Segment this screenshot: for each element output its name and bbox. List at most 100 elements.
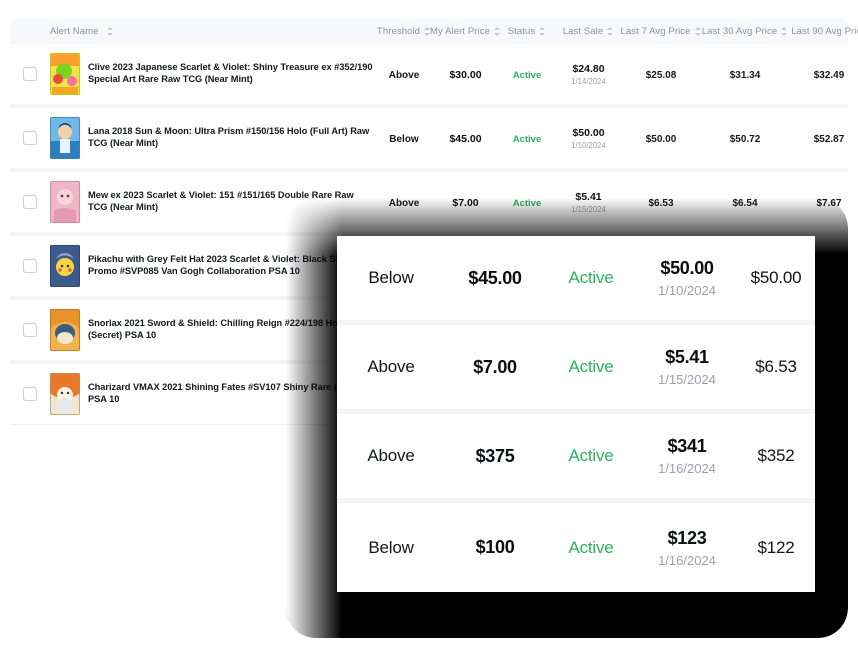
- my-alert-price-value: $375: [475, 445, 515, 466]
- status-cell: Active: [498, 129, 556, 147]
- column-header-threshold[interactable]: Threshold: [375, 26, 433, 37]
- card-thumbnail-clive: [50, 53, 80, 95]
- last-sale-value: $341: [667, 436, 707, 456]
- row-checkbox[interactable]: [23, 131, 37, 145]
- magnified-table-row[interactable]: Above $375 Active $341 1/16/2024 $352: [337, 414, 815, 503]
- table-row[interactable]: Clive 2023 Japanese Scarlet & Violet: Sh…: [10, 44, 848, 108]
- threshold-value: Below: [389, 134, 419, 145]
- last-sale-date: 1/10/2024: [658, 283, 716, 298]
- last-7-avg-value: $6.53: [755, 357, 797, 376]
- last-sale-value: $24.80: [572, 62, 605, 75]
- last-90-avg-value: $32.49: [813, 70, 845, 81]
- last-7-avg-value: $50.00: [645, 134, 677, 145]
- row-checkbox[interactable]: [23, 67, 37, 81]
- column-header-last-7-avg-price[interactable]: Last 7 Avg Price: [620, 25, 702, 37]
- threshold-value: Above: [388, 70, 420, 81]
- sort-icon[interactable]: [694, 26, 702, 36]
- table-header-row: Alert Name Threshold My Alert Price Stat…: [10, 18, 858, 44]
- last-7-avg-cell: $50.00: [737, 268, 815, 288]
- status-cell: Active: [498, 65, 556, 83]
- last-90-avg-cell: $32.49: [789, 65, 858, 83]
- row-checkbox[interactable]: [23, 387, 37, 401]
- row-checkbox[interactable]: [23, 259, 37, 273]
- row-select-cell[interactable]: [10, 67, 50, 81]
- card-thumbnail-charizard: [50, 373, 80, 415]
- status-badge: Active: [568, 537, 614, 557]
- last-sale-cell: $341 1/16/2024: [637, 436, 737, 476]
- row-select-cell[interactable]: [10, 387, 50, 401]
- status-cell: Active: [545, 538, 637, 558]
- last-sale-date: 1/10/2024: [571, 140, 606, 150]
- alert-name-cell: Lana 2018 Sun & Moon: Ultra Prism #150/1…: [50, 117, 375, 159]
- column-header-label: Status: [507, 25, 536, 37]
- threshold-value: Above: [367, 357, 415, 376]
- threshold-cell: Below: [337, 538, 445, 558]
- threshold-cell: Above: [375, 65, 433, 83]
- my-alert-price-cell: $30.00: [433, 65, 498, 83]
- sort-icon[interactable]: [424, 26, 431, 36]
- last-30-avg-cell: $31.34: [701, 65, 789, 83]
- last-7-avg-value: $25.08: [645, 70, 677, 81]
- column-header-alert-name[interactable]: Alert Name: [50, 26, 375, 37]
- last-7-avg-cell: $50.00: [621, 129, 701, 147]
- row-select-cell[interactable]: [10, 259, 50, 273]
- magnified-table-panel: Below $45.00 Active $50.00 1/10/2024 $50…: [337, 236, 815, 592]
- last-7-avg-cell: $122: [737, 538, 815, 558]
- card-thumbnail-lana: [50, 117, 80, 159]
- status-badge: Active: [568, 268, 614, 287]
- column-header-status[interactable]: Status: [498, 26, 556, 37]
- column-header-last-sale[interactable]: Last Sale: [556, 26, 621, 37]
- sort-icon[interactable]: [106, 26, 114, 36]
- card-thumbnail-mew: [50, 181, 80, 223]
- column-header-label: Last 7 Avg Price: [620, 25, 691, 37]
- last-sale-cell: $50.00 1/10/2024: [556, 127, 621, 150]
- status-badge: Active: [512, 134, 542, 145]
- last-7-avg-value: $122: [757, 537, 795, 557]
- column-header-last-90-avg-price[interactable]: Last 90 Avg Price: [789, 26, 858, 37]
- threshold-cell: Above: [337, 446, 445, 466]
- my-alert-price-cell: $375: [445, 446, 545, 467]
- last-30-avg-value: $31.34: [729, 70, 761, 81]
- threshold-cell: Above: [337, 357, 445, 377]
- column-header-last-30-avg-price[interactable]: Last 30 Avg Price: [701, 26, 789, 37]
- threshold-cell: Below: [337, 268, 445, 288]
- status-cell: Active: [545, 268, 637, 288]
- my-alert-price-value: $30.00: [449, 69, 482, 81]
- row-checkbox[interactable]: [23, 195, 37, 209]
- my-alert-price-cell: $100: [445, 537, 545, 558]
- last-30-avg-value: $50.72: [729, 134, 761, 145]
- threshold-value: Below: [368, 268, 414, 287]
- sort-icon[interactable]: [494, 26, 501, 36]
- last-sale-date: 1/16/2024: [658, 552, 716, 568]
- sort-icon[interactable]: [607, 26, 614, 36]
- last-90-avg-value: $52.87: [813, 134, 845, 145]
- row-select-cell[interactable]: [10, 195, 50, 209]
- sort-icon[interactable]: [539, 26, 546, 36]
- my-alert-price-cell: $7.00: [445, 357, 545, 378]
- row-checkbox[interactable]: [23, 323, 37, 337]
- column-header-label: Last 90 Avg Price: [791, 25, 858, 37]
- alert-name-cell: Clive 2023 Japanese Scarlet & Violet: Sh…: [50, 53, 375, 95]
- last-sale-date: 1/15/2024: [658, 372, 716, 387]
- column-header-my-alert-price[interactable]: My Alert Price: [430, 26, 501, 37]
- table-row[interactable]: Lana 2018 Sun & Moon: Ultra Prism #150/1…: [10, 108, 848, 172]
- sort-icon[interactable]: [781, 26, 788, 36]
- last-7-avg-cell: $25.08: [621, 65, 701, 83]
- last-sale-cell: $5.41 1/15/2024: [637, 347, 737, 387]
- my-alert-price-cell: $45.00: [445, 268, 545, 289]
- row-select-cell[interactable]: [10, 131, 50, 145]
- last-7-avg-value: $50.00: [750, 268, 802, 287]
- row-select-cell[interactable]: [10, 323, 50, 337]
- magnified-table-row[interactable]: Below $45.00 Active $50.00 1/10/2024 $50…: [337, 236, 815, 325]
- card-thumbnail-snorlax: [50, 309, 80, 351]
- status-badge: Active: [512, 70, 542, 81]
- alert-name-label: Lana 2018 Sun & Moon: Ultra Prism #150/1…: [88, 126, 370, 148]
- my-alert-price-value: $45.00: [468, 267, 522, 288]
- my-alert-price-value: $7.00: [473, 356, 517, 377]
- magnified-table-row[interactable]: Above $7.00 Active $5.41 1/15/2024 $6.53: [337, 325, 815, 414]
- last-sale-date: 1/14/2024: [571, 76, 606, 86]
- status-cell: Active: [545, 357, 637, 377]
- my-alert-price-value: $100: [475, 537, 515, 557]
- magnified-table-row[interactable]: Below $100 Active $123 1/16/2024 $122: [337, 503, 815, 592]
- threshold-value: Above: [367, 446, 415, 465]
